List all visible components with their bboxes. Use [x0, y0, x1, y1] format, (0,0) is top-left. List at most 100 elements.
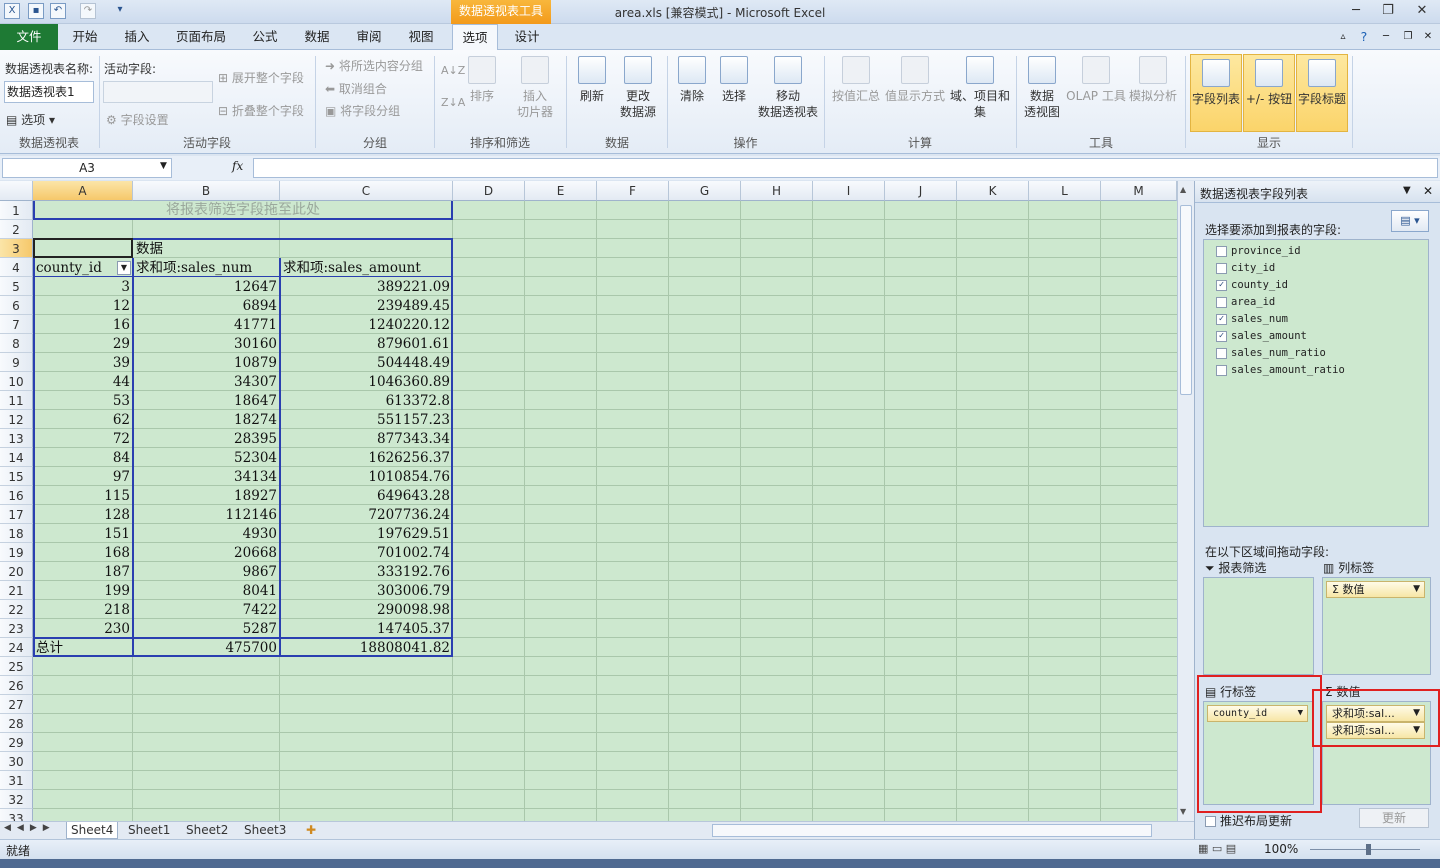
field-checkbox[interactable] [1216, 245, 1227, 257]
column-header-l[interactable]: L [1029, 181, 1101, 201]
column-header-h[interactable]: H [741, 181, 813, 201]
scroll-thumb[interactable] [1180, 205, 1192, 395]
row-header[interactable]: 5 [0, 277, 33, 296]
zoom-slider[interactable] [1310, 849, 1420, 850]
insert-sheet-icon[interactable]: ✚ [302, 822, 320, 839]
row-header[interactable]: 17 [0, 505, 33, 524]
field-item-sales-num[interactable]: ✓ sales_num [1216, 311, 1288, 328]
active-cell-a3[interactable] [33, 238, 133, 258]
pane-close-icon[interactable]: ✕ [1423, 184, 1433, 198]
row-header[interactable]: 23 [0, 619, 33, 638]
minimize-icon[interactable]: ─ [1342, 2, 1370, 20]
field-item-province-id[interactable]: province_id [1216, 243, 1301, 260]
whatif-button[interactable]: 模拟分析 [1126, 56, 1180, 104]
row-header[interactable]: 8 [0, 334, 33, 353]
column-header-m[interactable]: M [1101, 181, 1177, 201]
row-header[interactable]: 33 [0, 809, 33, 821]
move-pivot-button[interactable]: 移动 数据透视表 [756, 56, 820, 120]
row-header[interactable]: 3 [0, 239, 33, 258]
column-header-a[interactable]: A [33, 181, 133, 201]
field-checkbox[interactable] [1216, 296, 1227, 308]
name-box-dropdown-icon[interactable]: ▼ [160, 161, 167, 171]
view-buttons-icon[interactable]: ▦ ▭ ▤ [1198, 842, 1236, 855]
sheet-tab-sheet1[interactable]: Sheet1 [124, 822, 174, 839]
row-header[interactable]: 26 [0, 676, 33, 695]
row-header[interactable]: 6 [0, 296, 33, 315]
tab-home[interactable]: 开始 [62, 24, 108, 50]
field-settings-button[interactable]: ⚙ 字段设置 [106, 111, 169, 128]
row-header[interactable]: 16 [0, 486, 33, 505]
row-header[interactable]: 12 [0, 410, 33, 429]
row-header[interactable]: 9 [0, 353, 33, 372]
row-header[interactable]: 29 [0, 733, 33, 752]
row-header[interactable]: 7 [0, 315, 33, 334]
column-header-f[interactable]: F [597, 181, 669, 201]
field-item-city-id[interactable]: city_id [1216, 260, 1275, 277]
defer-update-checkbox[interactable]: 推迟布局更新 [1205, 812, 1292, 829]
minimize-ribbon-icon[interactable]: ▵ [1336, 24, 1350, 50]
select-all-corner[interactable] [0, 181, 33, 201]
formula-input[interactable] [253, 158, 1438, 178]
sheet-nav-icon[interactable]: ◀◀▶▶ [4, 823, 56, 833]
plus-minus-buttons[interactable]: +/- 按钮 [1243, 54, 1295, 132]
field-item-sales-amount[interactable]: ✓ sales_amount [1216, 328, 1307, 345]
vertical-scrollbar[interactable]: ▲ ▼ [1177, 181, 1194, 821]
sheet-tab-sheet2[interactable]: Sheet2 [182, 822, 232, 839]
insert-slicer-button[interactable]: 插入 切片器 [510, 56, 560, 120]
clear-button[interactable]: 清除 [672, 56, 712, 104]
report-filter-area[interactable] [1203, 577, 1314, 675]
row-header[interactable]: 19 [0, 543, 33, 562]
row-header[interactable]: 20 [0, 562, 33, 581]
field-list-button[interactable]: 字段列表 [1190, 54, 1242, 132]
tab-review[interactable]: 审阅 [348, 24, 390, 50]
column-header-b[interactable]: B [133, 181, 280, 201]
doc-close-icon[interactable]: ✕ [1420, 24, 1436, 50]
field-item-area-id[interactable]: area_id [1216, 294, 1275, 311]
row-header[interactable]: 1 [0, 201, 33, 220]
layout-options-icon[interactable]: ▤ ▾ [1391, 210, 1429, 232]
zoom-level[interactable]: 100% [1264, 842, 1298, 856]
show-values-button[interactable]: 值显示方式 [884, 56, 946, 104]
group-field-button[interactable]: ▣ 将字段分组 [325, 102, 400, 119]
field-item-sales-num-ratio[interactable]: sales_num_ratio [1216, 345, 1326, 362]
sort-za-icon[interactable]: Z↓A [441, 96, 465, 109]
sheet-tab-sheet4[interactable]: Sheet4 [66, 822, 119, 839]
column-header-c[interactable]: C [280, 181, 453, 201]
row-header[interactable]: 31 [0, 771, 33, 790]
row-header[interactable]: 2 [0, 220, 33, 239]
options-button[interactable]: ▤ 选项 ▾ [6, 111, 55, 128]
row-header[interactable]: 27 [0, 695, 33, 714]
collapse-field-button[interactable]: ⊟ 折叠整个字段 [218, 102, 304, 119]
row-header[interactable]: 21 [0, 581, 33, 600]
tab-view[interactable]: 视图 [400, 24, 442, 50]
refresh-button[interactable]: 刷新 [572, 56, 612, 104]
row-header[interactable]: 15 [0, 467, 33, 486]
pivot-chart-button[interactable]: 数据 透视图 [1020, 56, 1064, 120]
field-checkbox[interactable]: ✓ [1216, 279, 1227, 291]
ungroup-button[interactable]: ⬅ 取消组合 [325, 80, 387, 97]
active-field-input[interactable] [103, 81, 213, 103]
row-header[interactable]: 18 [0, 524, 33, 543]
tab-options[interactable]: 选项 [452, 24, 498, 50]
pivot-name-input[interactable]: 数据透视表1 [4, 81, 94, 103]
fields-items-button[interactable]: 域、项目和 集 [948, 56, 1012, 120]
row-header[interactable]: 10 [0, 372, 33, 391]
tab-data[interactable]: 数据 [296, 24, 338, 50]
column-header-e[interactable]: E [525, 181, 597, 201]
row-header[interactable]: 28 [0, 714, 33, 733]
fx-button[interactable]: fx [232, 159, 243, 173]
tab-page-layout[interactable]: 页面布局 [170, 24, 232, 50]
zoom-slider-thumb[interactable] [1366, 844, 1371, 855]
field-checkbox[interactable] [1216, 364, 1227, 376]
row-filter-dropdown-icon[interactable]: ▼ [117, 261, 131, 275]
expand-field-button[interactable]: ⊞ 展开整个字段 [218, 69, 304, 86]
field-checkbox[interactable]: ✓ [1216, 330, 1227, 342]
doc-minimize-icon[interactable]: ─ [1378, 24, 1394, 50]
column-header-g[interactable]: G [669, 181, 741, 201]
close-icon[interactable]: ✕ [1408, 2, 1436, 20]
tab-formulas[interactable]: 公式 [244, 24, 286, 50]
field-headers-button[interactable]: 字段标题 [1296, 54, 1348, 132]
field-checkbox[interactable]: ✓ [1216, 313, 1227, 325]
doc-restore-icon[interactable]: ❐ [1400, 24, 1416, 50]
column-chip-values[interactable]: Σ 数值 ▼ [1326, 581, 1425, 598]
